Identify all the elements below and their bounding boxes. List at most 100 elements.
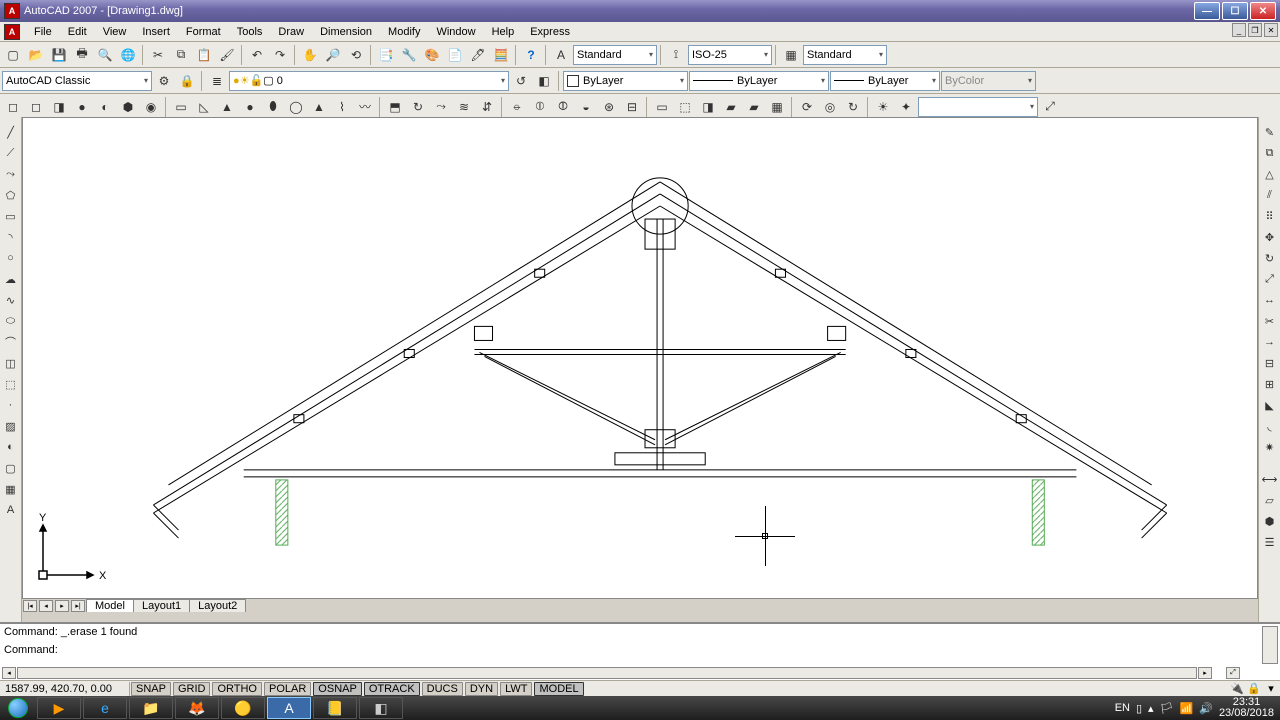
menu-view[interactable]: View	[95, 24, 135, 40]
status-lwt[interactable]: LWT	[500, 682, 532, 696]
ws-lock-icon[interactable]: 🔒	[176, 70, 198, 92]
tab-layout1[interactable]: Layout1	[133, 599, 190, 612]
fillet-icon[interactable]: ◟	[1261, 417, 1279, 435]
orbit-cont-icon[interactable]: ↻	[842, 96, 864, 118]
vs-wire-icon[interactable]: ⬚	[674, 96, 696, 118]
stretch-icon[interactable]: ↔	[1261, 291, 1279, 309]
menu-draw[interactable]: Draw	[270, 24, 312, 40]
redo-icon[interactable]: ↷	[269, 44, 291, 66]
pline-icon[interactable]: ⤳	[2, 165, 20, 183]
cmd-vscroll[interactable]	[1262, 626, 1278, 664]
menu-edit[interactable]: Edit	[60, 24, 95, 40]
tab-prev[interactable]: ◂	[39, 600, 53, 612]
textstyle-icon[interactable]: A	[550, 44, 572, 66]
maximize-button[interactable]: ☐	[1222, 2, 1248, 20]
paste-icon[interactable]: 📋	[193, 44, 215, 66]
tray-action-icon[interactable]: 🏳	[1160, 702, 1174, 715]
dc-icon[interactable]: 🔧	[398, 44, 420, 66]
status-otrack[interactable]: OTRACK	[364, 682, 420, 696]
vs-mgr-icon[interactable]: ▦	[766, 96, 788, 118]
vs-hidden-icon[interactable]: ◨	[697, 96, 719, 118]
tab-model[interactable]: Model	[86, 599, 134, 612]
lineweight-dropdown[interactable]: ByLayer	[830, 71, 940, 91]
start-button[interactable]	[0, 696, 36, 720]
menu-dimension[interactable]: Dimension	[312, 24, 380, 40]
view-sphere-icon[interactable]: ●	[71, 96, 93, 118]
new-icon[interactable]: ▢	[2, 44, 24, 66]
taskbar-mediaplayer[interactable]: ▶	[37, 697, 81, 719]
solid-torus-icon[interactable]: ◯	[285, 96, 307, 118]
menu-modify[interactable]: Modify	[380, 24, 428, 40]
status-dyn[interactable]: DYN	[465, 682, 498, 696]
cut-icon[interactable]: ✂	[147, 44, 169, 66]
region-icon[interactable]: ▢	[2, 459, 20, 477]
sun-icon[interactable]: ✦	[895, 96, 917, 118]
vs-real-icon[interactable]: ▰	[720, 96, 742, 118]
lang-indicator[interactable]: EN	[1115, 702, 1130, 714]
view-iso-icon[interactable]: ◐	[94, 96, 116, 118]
dimstyle-icon[interactable]: ⟟	[665, 44, 687, 66]
table-style-dropdown[interactable]: Standard	[803, 45, 887, 65]
tab-layout2[interactable]: Layout2	[189, 599, 246, 612]
area-icon[interactable]: ▱	[1261, 491, 1279, 509]
plotstyle-dropdown[interactable]: ByColor	[941, 71, 1036, 91]
mdi-close[interactable]: ✕	[1264, 23, 1278, 37]
menu-insert[interactable]: Insert	[134, 24, 178, 40]
layer-states-icon[interactable]: ◧	[533, 70, 555, 92]
insert-icon[interactable]: ◫	[2, 354, 20, 372]
menu-file[interactable]: File	[26, 24, 60, 40]
taskbar-explorer[interactable]: 📁	[129, 697, 173, 719]
status-model[interactable]: MODEL	[534, 682, 583, 696]
union-icon[interactable]: ⦵	[506, 96, 528, 118]
publish-icon[interactable]: 🌐	[117, 44, 139, 66]
tray-vol-icon[interactable]: 🔊	[1199, 702, 1213, 715]
solid-cyl-icon[interactable]: ⬮	[262, 96, 284, 118]
open-icon[interactable]: 📂	[25, 44, 47, 66]
undo-icon[interactable]: ↶	[246, 44, 268, 66]
mtext-icon[interactable]: A	[2, 501, 20, 519]
layer-prev-icon[interactable]: ↺	[510, 70, 532, 92]
status-grid[interactable]: GRID	[173, 682, 211, 696]
table-icon[interactable]: ▦	[2, 480, 20, 498]
taskbar-firefox[interactable]: 🦊	[175, 697, 219, 719]
menu-window[interactable]: Window	[428, 24, 483, 40]
tray-flag-icon[interactable]: ▯	[1136, 702, 1142, 715]
plot-icon[interactable]: 🖶	[71, 44, 93, 66]
nav-icon[interactable]: ⤢	[1039, 96, 1061, 118]
interfere-icon[interactable]: ⊛	[598, 96, 620, 118]
dim-style-dropdown[interactable]: ISO-25	[688, 45, 772, 65]
revcloud-icon[interactable]: ☁	[2, 270, 20, 288]
tray-menu-icon[interactable]: ▾	[1264, 681, 1278, 695]
tray-expand-icon[interactable]: ▴	[1148, 702, 1154, 715]
ellipse-icon[interactable]: ⬭	[2, 312, 20, 330]
line-icon[interactable]: ╱	[2, 123, 20, 141]
render-preset-dropdown[interactable]	[918, 97, 1038, 117]
cleanscreen-icon[interactable]: ⤢	[1226, 667, 1240, 679]
list-icon[interactable]: ☰	[1261, 533, 1279, 551]
minimize-button[interactable]: —	[1194, 2, 1220, 20]
menu-help[interactable]: Help	[484, 24, 523, 40]
ellipsearc-icon[interactable]: ⌒	[2, 333, 20, 351]
vs-2d-icon[interactable]: ▭	[651, 96, 673, 118]
status-ortho[interactable]: ORTHO	[212, 682, 262, 696]
orbit-icon[interactable]: ⟳	[796, 96, 818, 118]
orbit-free-icon[interactable]: ◎	[819, 96, 841, 118]
explode-icon[interactable]: ✷	[1261, 438, 1279, 456]
hscroll-right[interactable]: ▸	[1198, 667, 1212, 679]
join-icon[interactable]: ⊞	[1261, 375, 1279, 393]
cmd-hscroll[interactable]: ◂ ▸ ⤢	[2, 666, 1240, 680]
close-button[interactable]: ✕	[1250, 2, 1276, 20]
view-bottom-icon[interactable]: ◻	[25, 96, 47, 118]
menu-express[interactable]: Express	[522, 24, 578, 40]
markup-icon[interactable]: 🖊	[467, 44, 489, 66]
hatch-icon[interactable]: ▨	[2, 417, 20, 435]
section-icon[interactable]: ⊟	[621, 96, 643, 118]
status-osnap[interactable]: OSNAP	[313, 682, 362, 696]
clock[interactable]: 23:31 23/08/2018	[1219, 697, 1274, 719]
menu-tools[interactable]: Tools	[229, 24, 271, 40]
xline-icon[interactable]: ⟋	[2, 144, 20, 162]
solid-box-icon[interactable]: ▭	[170, 96, 192, 118]
calc-icon[interactable]: 🧮	[490, 44, 512, 66]
status-ducs[interactable]: DUCS	[422, 682, 463, 696]
ws-settings-icon[interactable]: ⚙	[153, 70, 175, 92]
